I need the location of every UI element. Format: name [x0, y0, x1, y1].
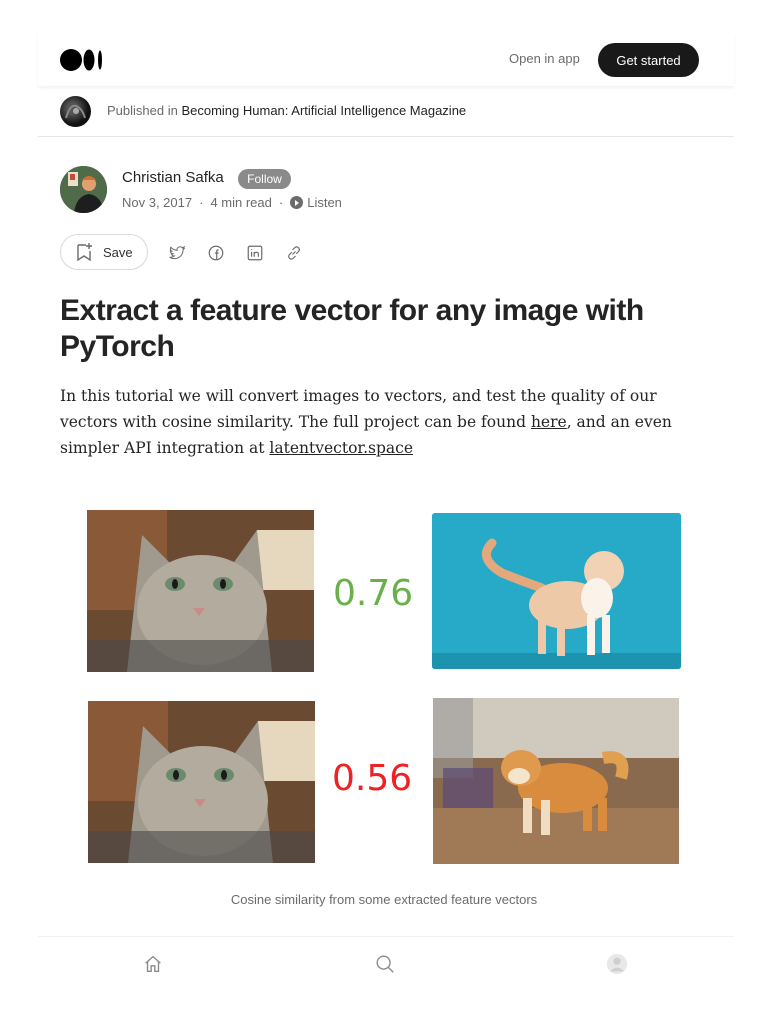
save-label: Save [103, 244, 133, 260]
dog-image [433, 698, 679, 864]
latentvector-link[interactable]: latentvector.space [269, 439, 413, 457]
link-icon[interactable] [285, 244, 303, 262]
author-name-link[interactable]: Christian Safka [122, 169, 224, 186]
bottom-nav [38, 936, 734, 992]
meta-separator: · [199, 195, 204, 210]
follow-button[interactable]: Follow [238, 169, 291, 189]
get-started-button[interactable]: Get started [598, 43, 699, 77]
cat-face-image [87, 510, 314, 672]
publication-bar: Published in Becoming Human: Artificial … [38, 87, 734, 137]
medium-logo[interactable] [60, 49, 104, 71]
author-avatar[interactable] [60, 166, 107, 213]
read-time: 4 min read [210, 195, 272, 210]
home-icon[interactable] [142, 953, 164, 975]
article-title: Extract a feature vector for any image w… [60, 294, 644, 363]
similarity-score-high: 0.76 [333, 573, 414, 614]
publication-name-link[interactable]: Becoming Human: Artificial Intelligence … [181, 103, 466, 118]
linkedin-icon[interactable] [246, 244, 264, 262]
open-in-app-link[interactable]: Open in app [509, 51, 580, 66]
listen-label: Listen [307, 195, 342, 210]
listen-button[interactable]: Listen [290, 195, 342, 210]
top-bar: Open in app Get started [38, 33, 734, 86]
orange-cat-image [432, 513, 681, 669]
profile-icon[interactable] [606, 953, 628, 975]
meta-separator: · [278, 195, 284, 210]
article-intro: In this tutorial we will convert images … [60, 383, 700, 461]
article-meta: Nov 3, 2017 · 4 min read · Listen [122, 195, 342, 210]
bookmark-icon [77, 243, 92, 262]
play-icon [290, 196, 304, 209]
project-link[interactable]: here [531, 413, 567, 431]
publication-text: Published in Becoming Human: Artificial … [107, 103, 466, 118]
published-in-label: Published in [107, 103, 178, 118]
facebook-icon[interactable] [207, 244, 225, 262]
figure-caption: Cosine similarity from some extracted fe… [230, 892, 538, 907]
save-button[interactable]: Save [60, 234, 148, 270]
similarity-score-low: 0.56 [332, 758, 413, 799]
cat-face-image [88, 701, 315, 863]
search-icon[interactable] [374, 953, 396, 975]
publication-avatar[interactable] [60, 96, 91, 127]
twitter-icon[interactable] [168, 244, 186, 262]
publish-date: Nov 3, 2017 [122, 195, 193, 210]
